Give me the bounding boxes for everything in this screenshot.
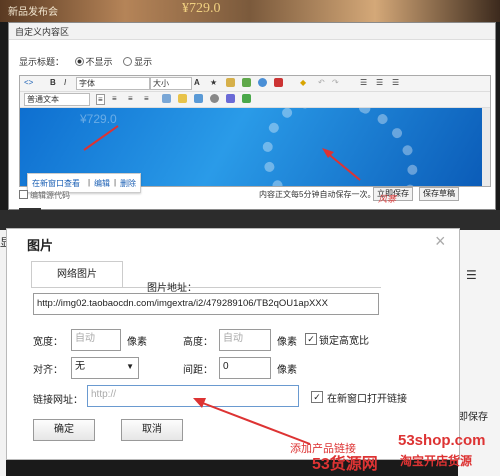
watermark-site: 53shop.com <box>398 432 486 449</box>
watermark-brand: 53货源网 <box>312 456 378 473</box>
dark-separator <box>0 210 500 230</box>
watermark-slogan: 淘宝开店货源 <box>400 454 473 468</box>
annotation-arrow-1 <box>83 125 361 181</box>
signature-scribble: 风寨 <box>378 194 397 204</box>
